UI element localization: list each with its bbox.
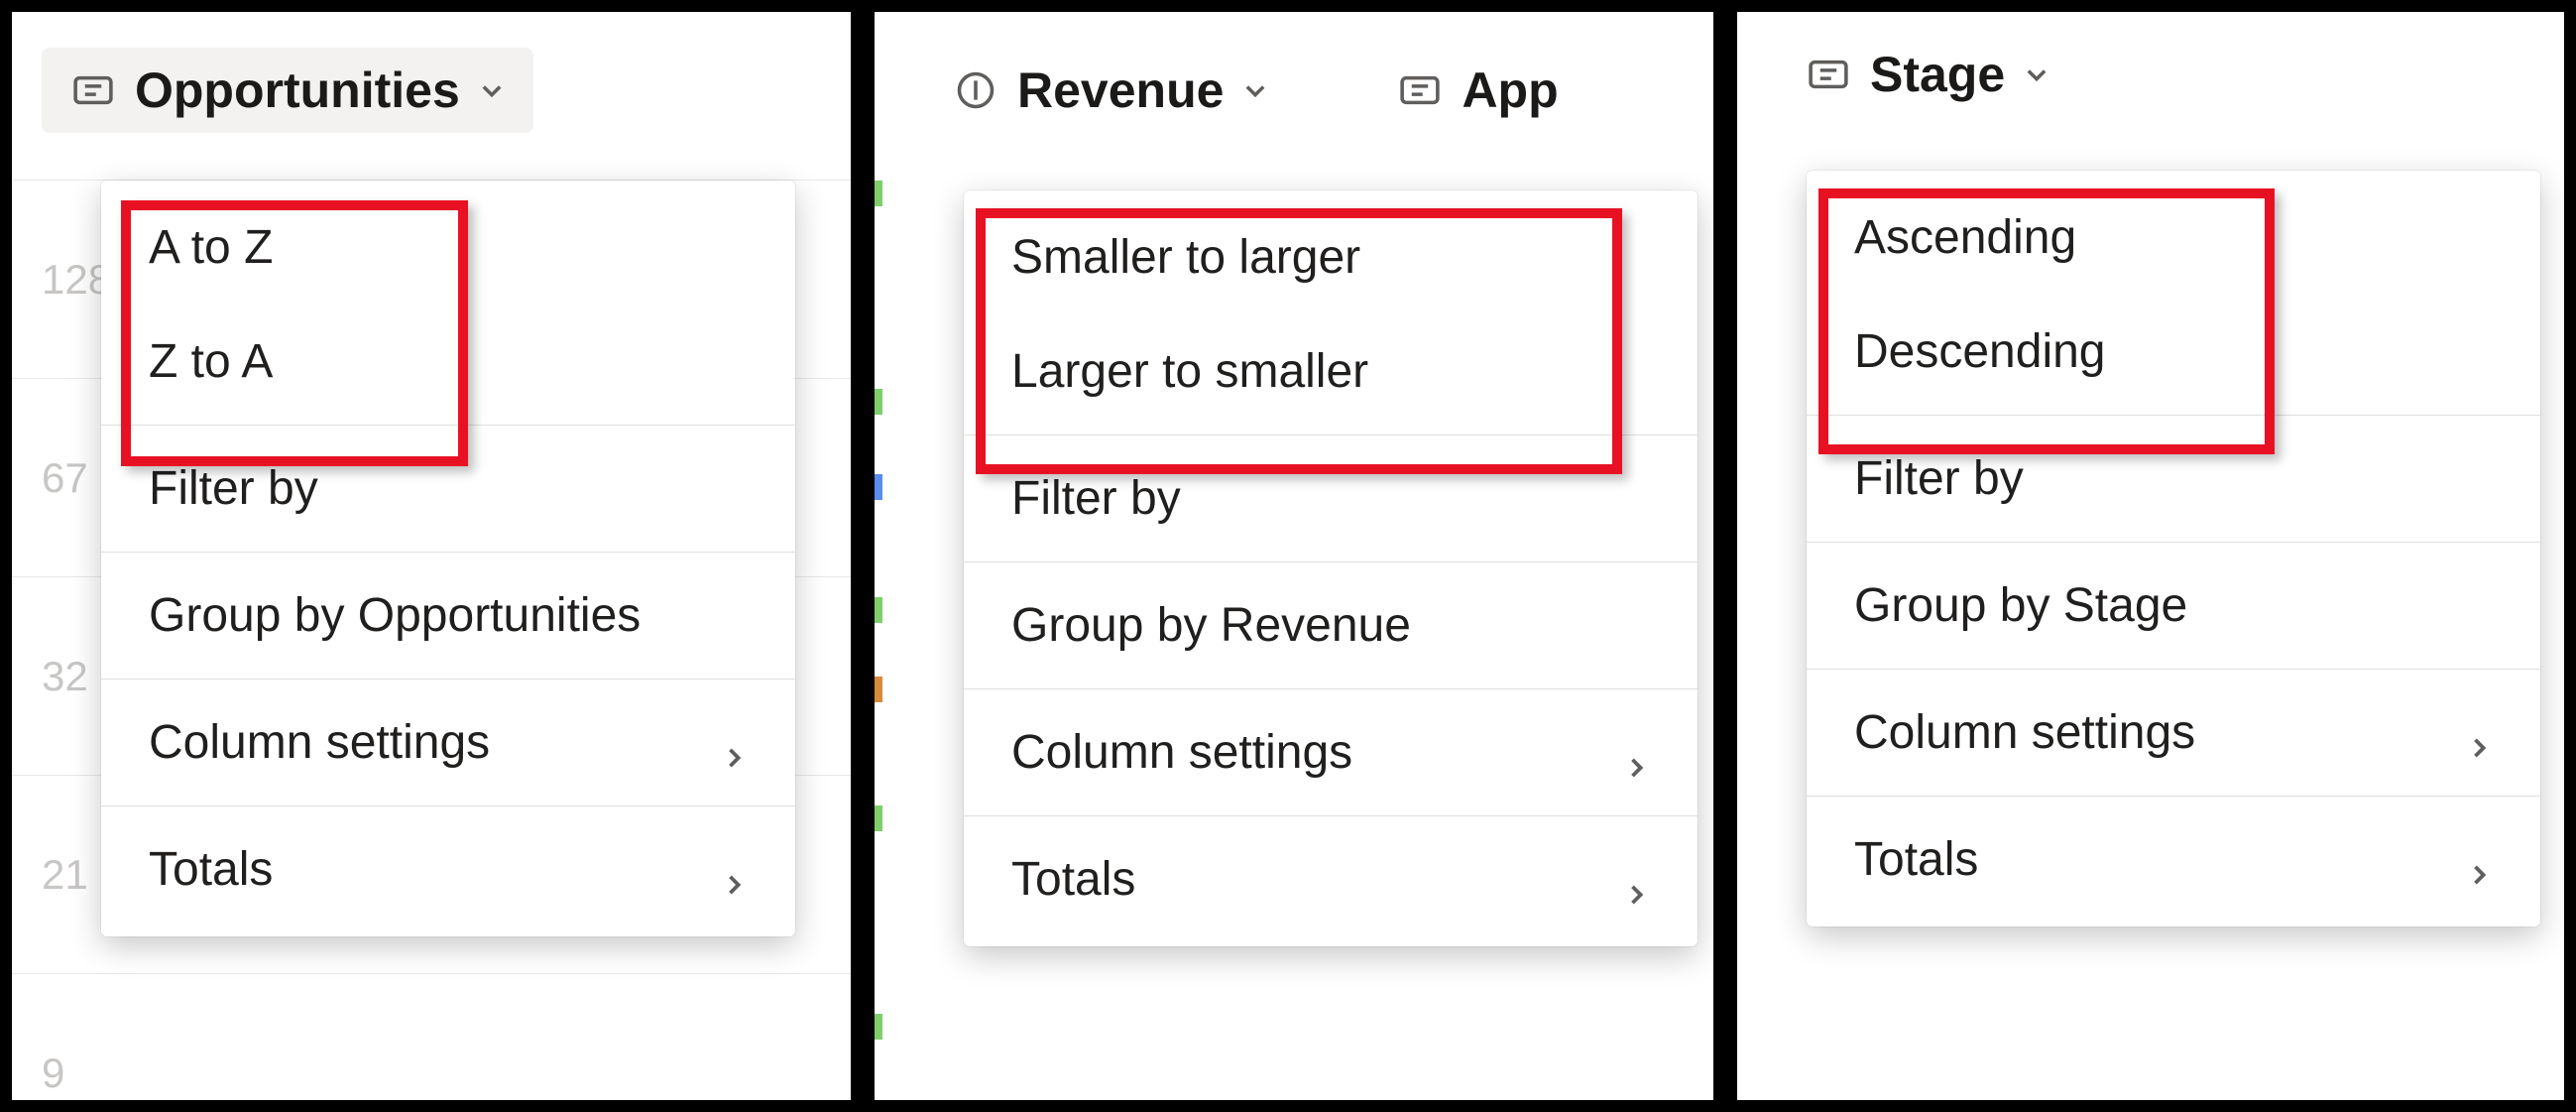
sort-asc-item[interactable]: Smaller to larger <box>964 200 1698 314</box>
column-header-label: Revenue <box>1017 62 1224 119</box>
column-header-label: Opportunities <box>135 62 460 119</box>
menu-separator <box>101 425 795 426</box>
totals-item[interactable]: Totals <box>964 822 1698 936</box>
menu-separator <box>1807 796 2540 797</box>
column-settings-item[interactable]: Column settings <box>964 695 1698 809</box>
chevron-down-icon <box>1241 76 1269 104</box>
row-number: 32 <box>42 653 88 700</box>
menu-item-label: Group by Revenue <box>1011 598 1411 653</box>
menu-item-label: Column settings <box>1011 725 1352 780</box>
menu-item-label: Column settings <box>149 715 490 770</box>
panel-opportunities: 128 67 32 21 9 Opportunities A to Z Z to… <box>0 0 863 1112</box>
menu-item-label: Totals <box>149 842 273 897</box>
totals-item[interactable]: Totals <box>1807 803 2540 917</box>
column-header-revenue[interactable]: Revenue <box>924 48 1297 133</box>
text-type-icon <box>69 66 117 114</box>
text-type-icon <box>1805 51 1852 98</box>
column-header-label: Stage <box>1870 46 2005 103</box>
menu-item-label: A to Z <box>149 220 273 275</box>
chevron-right-icon <box>1622 866 1650 894</box>
group-by-item[interactable]: Group by Opportunities <box>101 558 795 673</box>
filter-by-item[interactable]: Filter by <box>964 441 1698 556</box>
row-number: 21 <box>42 851 88 899</box>
number-type-icon <box>952 66 999 114</box>
menu-item-label: Filter by <box>149 461 318 516</box>
sort-asc-item[interactable]: Ascending <box>1807 181 2540 295</box>
menu-separator <box>964 815 1698 816</box>
menu-separator <box>964 561 1698 562</box>
sort-asc-item[interactable]: A to Z <box>101 190 795 305</box>
chevron-right-icon <box>2465 846 2493 874</box>
menu-item-label: Group by Stage <box>1854 578 2187 633</box>
group-by-item[interactable]: Group by Revenue <box>964 568 1698 682</box>
menu-item-label: Filter by <box>1011 471 1181 526</box>
column-menu: Smaller to larger Larger to smaller Filt… <box>964 190 1698 946</box>
menu-item-label: Group by Opportunities <box>149 588 641 643</box>
chevron-down-icon <box>478 76 506 104</box>
menu-item-label: Z to A <box>149 334 273 389</box>
totals-item[interactable]: Totals <box>101 812 795 927</box>
row-number: 67 <box>42 454 88 502</box>
sort-desc-item[interactable]: Z to A <box>101 305 795 419</box>
column-header-stage[interactable]: Stage <box>1777 32 2078 117</box>
menu-separator <box>101 805 795 806</box>
chevron-right-icon <box>720 856 748 884</box>
menu-item-label: Totals <box>1011 852 1135 907</box>
column-header-opportunities[interactable]: Opportunities <box>42 48 533 133</box>
menu-separator <box>1807 542 2540 543</box>
filter-by-item[interactable]: Filter by <box>101 432 795 546</box>
column-menu: Ascending Descending Filter by Group by … <box>1807 171 2540 927</box>
panel-revenue: Revenue App Smaller to larger Larger to … <box>863 0 1725 1112</box>
column-header-label: App <box>1462 62 1558 119</box>
menu-item-label: Totals <box>1854 832 1978 887</box>
chevron-right-icon <box>720 729 748 757</box>
menu-separator <box>964 434 1698 435</box>
filter-by-item[interactable]: Filter by <box>1807 422 2540 536</box>
text-type-icon <box>1396 66 1444 114</box>
column-header-app[interactable]: App <box>1337 48 1585 133</box>
row-number: 9 <box>42 1050 64 1097</box>
menu-separator <box>964 688 1698 689</box>
menu-separator <box>101 679 795 680</box>
menu-item-label: Ascending <box>1854 210 2076 265</box>
sort-desc-item[interactable]: Descending <box>1807 295 2540 409</box>
column-settings-item[interactable]: Column settings <box>1807 676 2540 790</box>
chevron-right-icon <box>1622 739 1650 767</box>
panel-stage: Stage Ascending Descending Filter by Gro… <box>1725 0 2576 1112</box>
menu-item-label: Filter by <box>1854 451 2024 506</box>
menu-item-label: Larger to smaller <box>1011 344 1368 399</box>
menu-item-label: Column settings <box>1854 705 2195 760</box>
sort-desc-item[interactable]: Larger to smaller <box>964 314 1698 429</box>
menu-separator <box>101 552 795 553</box>
column-menu: A to Z Z to A Filter by Group by Opportu… <box>101 181 795 936</box>
menu-item-label: Smaller to larger <box>1011 230 1360 285</box>
chart-ticks <box>875 161 882 1100</box>
group-by-item[interactable]: Group by Stage <box>1807 549 2540 663</box>
chevron-down-icon <box>2023 61 2050 88</box>
menu-item-label: Descending <box>1854 324 2106 379</box>
chevron-right-icon <box>2465 719 2493 747</box>
menu-separator <box>1807 415 2540 416</box>
menu-separator <box>1807 669 2540 670</box>
column-settings-item[interactable]: Column settings <box>101 685 795 800</box>
